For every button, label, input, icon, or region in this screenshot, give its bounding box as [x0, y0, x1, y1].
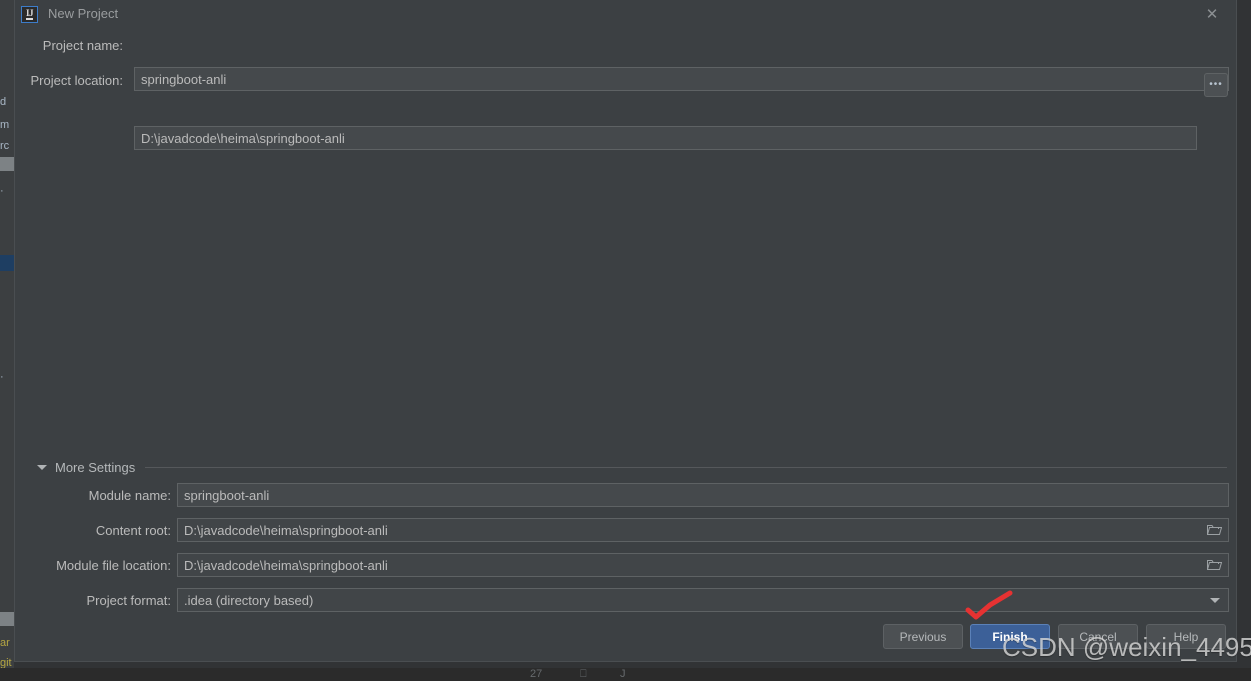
- ellipsis-icon: •••: [1209, 82, 1223, 88]
- more-settings-value-0: springboot-anli: [184, 488, 269, 503]
- project-location-row: Project location:: [23, 73, 123, 88]
- finish-button[interactable]: Finish: [970, 624, 1050, 649]
- more-settings-header[interactable]: More Settings: [37, 458, 1227, 476]
- more-settings-value-3: .idea (directory based): [184, 593, 313, 608]
- background-text-fragment: ·: [0, 185, 4, 197]
- background-status-fragment: J: [620, 668, 626, 680]
- previous-button[interactable]: Previous: [883, 624, 963, 649]
- dialog-title: New Project: [48, 6, 118, 21]
- project-name-row: Project name:: [23, 38, 123, 53]
- project-location-input[interactable]: D:\javadcode\heima\springboot-anli: [134, 126, 1197, 150]
- folder-icon[interactable]: [1207, 559, 1222, 571]
- chevron-down-icon[interactable]: [37, 465, 47, 470]
- background-text-fragment: ·: [0, 371, 4, 383]
- project-location-value: D:\javadcode\heima\springboot-anli: [141, 131, 345, 146]
- cancel-button[interactable]: Cancel: [1058, 624, 1138, 649]
- screen: dmrc··argit 27⎕J IJ New Project ✕ Projec…: [0, 0, 1251, 679]
- close-icon[interactable]: ✕: [1203, 6, 1221, 24]
- project-location-label: Project location:: [23, 73, 123, 88]
- more-settings-value-2: D:\javadcode\heima\springboot-anli: [184, 558, 388, 573]
- background-block: [0, 255, 14, 271]
- help-button[interactable]: Help: [1146, 624, 1226, 649]
- dialog-titlebar: IJ New Project ✕: [15, 0, 1236, 29]
- background-status-fragment: ⎕: [580, 668, 587, 681]
- more-settings-label-1: Content root:: [35, 523, 171, 538]
- background-left-strip: dmrc··argit: [0, 0, 14, 679]
- more-settings-label-3: Project format:: [35, 593, 171, 608]
- separator: [145, 467, 1227, 468]
- background-bottom-strip: 27 ⎕ J: [0, 668, 1251, 679]
- more-settings-input-1[interactable]: D:\javadcode\heima\springboot-anli: [177, 518, 1229, 542]
- more-settings-label-2: Module file location:: [35, 558, 171, 573]
- background-block: [0, 157, 14, 171]
- more-settings-value-1: D:\javadcode\heima\springboot-anli: [184, 523, 388, 538]
- background-text-fragment: ar: [0, 637, 10, 649]
- more-settings-input-0[interactable]: springboot-anli: [177, 483, 1229, 507]
- project-name-value: springboot-anli: [141, 72, 226, 87]
- project-name-input[interactable]: springboot-anli: [134, 67, 1229, 91]
- intellij-idea-icon: IJ: [21, 6, 38, 23]
- background-text-fragment: rc: [0, 140, 9, 152]
- project-name-label: Project name:: [23, 38, 123, 53]
- browse-location-button[interactable]: •••: [1204, 73, 1228, 97]
- background-text-fragment: d: [0, 96, 6, 108]
- more-settings-input-3[interactable]: .idea (directory based): [177, 588, 1229, 612]
- background-status-fragment: 27: [530, 668, 542, 680]
- more-settings-label-0: Module name:: [35, 488, 171, 503]
- background-text-fragment: m: [0, 119, 9, 131]
- folder-icon[interactable]: [1207, 524, 1222, 536]
- background-block: [0, 612, 14, 626]
- more-settings-input-2[interactable]: D:\javadcode\heima\springboot-anli: [177, 553, 1229, 577]
- more-settings-label: More Settings: [55, 460, 135, 475]
- new-project-dialog: IJ New Project ✕ Project name: springboo…: [14, 0, 1237, 662]
- chevron-down-icon[interactable]: [1210, 598, 1220, 603]
